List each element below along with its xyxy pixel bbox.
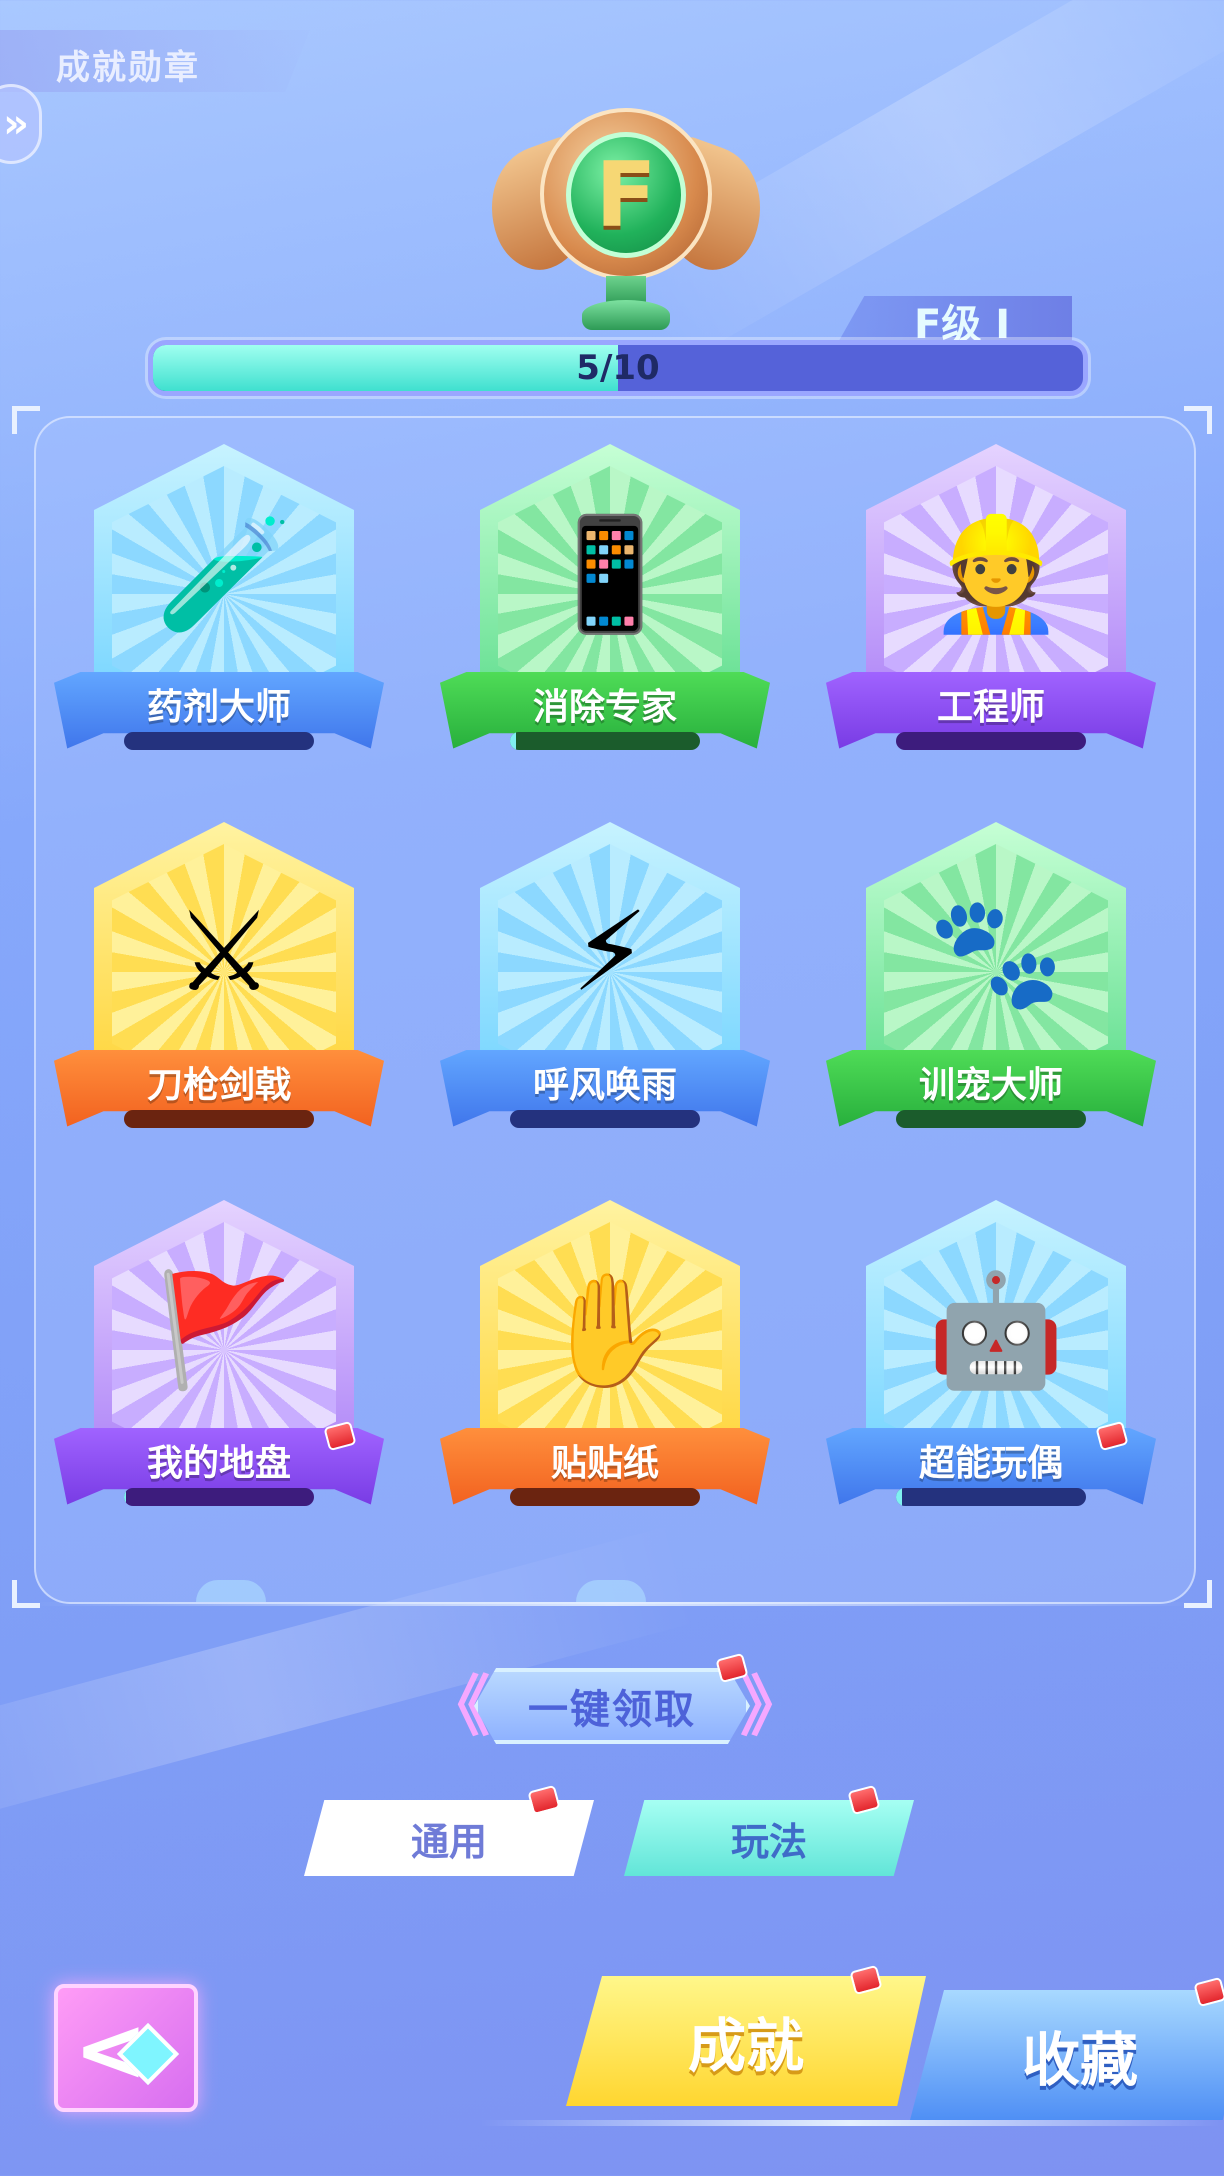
badge-progress-bar — [124, 1110, 314, 1128]
tab-gameplay[interactable]: 玩法 — [624, 1800, 914, 1876]
next-row-peek — [576, 1580, 646, 1602]
badge-name: 训宠大师 — [918, 1065, 1063, 1106]
tab-general[interactable]: 通用 — [304, 1800, 594, 1876]
achievement-badge[interactable]: ⚡ 呼风唤雨 — [440, 822, 770, 1152]
hardhat-engineer-icon: 👷 — [927, 510, 1065, 638]
super-doll-icon: 🤖 — [927, 1266, 1065, 1394]
panel-corner — [12, 406, 40, 434]
claim-all-label: 一键领取 — [528, 1687, 696, 1733]
potion-flask-icon: 🧪 — [155, 510, 293, 638]
achievement-badge[interactable]: ⚔ 刀枪剑戟 — [54, 822, 384, 1152]
crossed-swords-icon: ⚔ — [174, 888, 274, 1016]
badge-progress-fill — [510, 732, 516, 750]
badge-progress-bar — [510, 732, 700, 750]
badge-name: 刀枪剑戟 — [146, 1065, 291, 1106]
badge-name: 药剂大师 — [146, 687, 291, 728]
achievement-badge[interactable]: 🐾 训宠大师 — [826, 822, 1156, 1152]
achievement-badge[interactable]: 📱 消除专家 — [440, 444, 770, 774]
trophy-base — [582, 300, 670, 330]
badge-progress-bar — [124, 732, 314, 750]
level-progress-bar: 5/10 — [148, 340, 1088, 396]
chevron-right-icon: 》 — [740, 1668, 806, 1745]
achievement-badge[interactable]: ✋ 贴贴纸 — [440, 1200, 770, 1530]
badge-name: 贴贴纸 — [550, 1443, 659, 1484]
badge-progress-bar — [896, 732, 1086, 750]
panel-corner — [1184, 406, 1212, 434]
badge-progress-bar — [896, 1110, 1086, 1128]
nav-achievements-button[interactable]: 成就 — [566, 1976, 926, 2106]
claim-all-button[interactable]: 一键领取 — [474, 1668, 750, 1744]
flag-man-icon: 🚩 — [155, 1266, 293, 1394]
badge-name: 工程师 — [936, 687, 1045, 728]
badge-progress-bar — [896, 1488, 1086, 1506]
badge-progress-bar — [124, 1488, 314, 1506]
back-button[interactable]: < — [54, 1984, 198, 2112]
badge-progress-fill — [896, 1488, 902, 1506]
achievement-badge[interactable]: 🚩 我的地盘 — [54, 1200, 384, 1530]
badge-name: 消除专家 — [532, 687, 677, 728]
level-progress-text: 5/10 — [576, 348, 660, 388]
page-title: 成就勋章 — [56, 48, 200, 88]
badge-name: 呼风唤雨 — [532, 1065, 677, 1106]
badge-progress-fill — [124, 1488, 126, 1506]
badge-progress-bar — [510, 1110, 700, 1128]
nav-glow — [480, 2120, 1220, 2126]
nav-collection-button[interactable]: 收藏 — [910, 1990, 1224, 2120]
phone-swipe-icon: 📱 — [541, 510, 679, 638]
badge-progress-bar — [510, 1488, 700, 1506]
trophy-letter: F — [566, 132, 686, 258]
next-row-peek — [196, 1580, 266, 1602]
level-trophy-icon: F — [472, 108, 780, 344]
achievement-badge[interactable]: 👷 工程师 — [826, 444, 1156, 774]
side-expand-button[interactable]: » — [0, 84, 42, 164]
achievement-badge[interactable]: 🤖 超能玩偶 — [826, 1200, 1156, 1530]
sticker-hand-icon: ✋ — [541, 1266, 679, 1394]
panel-glow — [30, 1602, 1194, 1606]
achievement-badge[interactable]: 🧪 药剂大师 — [54, 444, 384, 774]
pets-group-icon: 🐾 — [927, 888, 1065, 1016]
storm-wizard-icon: ⚡ — [571, 888, 649, 1016]
